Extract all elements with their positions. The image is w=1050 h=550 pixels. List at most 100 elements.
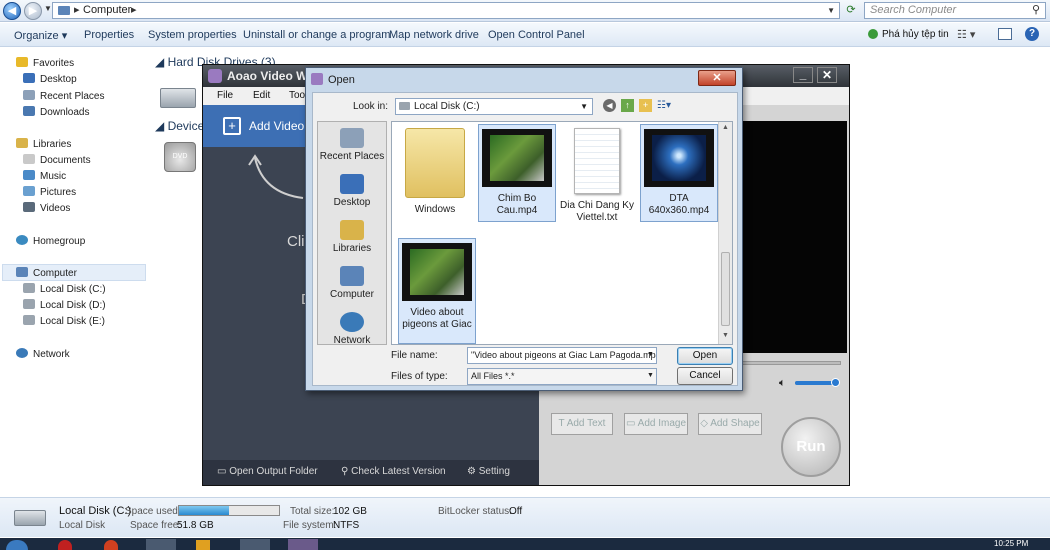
scroll-up-icon[interactable]: ▲: [722, 124, 729, 131]
history-dropdown-icon[interactable]: ▼: [44, 4, 52, 13]
cancel-button[interactable]: Cancel: [677, 367, 733, 385]
nav-videos[interactable]: Videos: [23, 202, 70, 214]
app-task-icon-2[interactable]: [240, 539, 270, 550]
file-name-input[interactable]: "Video about pigeons at Giac Lam Pagoda.…: [467, 347, 657, 364]
properties-button[interactable]: Properties: [84, 29, 134, 41]
nav-libraries[interactable]: Libraries: [16, 138, 71, 150]
collapse-arrow-icon: ◢: [155, 55, 168, 69]
minimize-button[interactable]: _: [793, 67, 813, 83]
file-item-chim[interactable]: Chim Bo Cau.mp4: [478, 124, 556, 222]
nav-disk-d[interactable]: Local Disk (D:): [23, 299, 106, 311]
back-button[interactable]: ◀: [3, 2, 21, 20]
nav-documents[interactable]: Documents: [23, 154, 91, 166]
look-in-select[interactable]: Local Disk (C:) ▼: [395, 98, 593, 115]
computer-icon: [16, 267, 28, 277]
nav-music[interactable]: Music: [23, 170, 66, 182]
nav-downloads[interactable]: Downloads: [23, 106, 89, 118]
file-label: DTA 640x360.mp4: [648, 193, 710, 216]
volume-icon[interactable]: 🔈︎: [779, 377, 786, 390]
nav-pictures[interactable]: Pictures: [23, 186, 76, 198]
nav-computer[interactable]: Computer: [16, 267, 77, 279]
opera-icon[interactable]: [58, 540, 72, 550]
menu-edit[interactable]: Edit: [253, 90, 270, 101]
add-video-button[interactable]: + Add Video: [203, 105, 313, 147]
open-button[interactable]: Open: [677, 347, 733, 365]
file-item-windows[interactable]: Windows: [396, 124, 474, 222]
nav-favorites[interactable]: Favorites: [16, 57, 74, 69]
place-computer[interactable]: Computer: [318, 266, 386, 300]
place-libraries[interactable]: Libraries: [318, 220, 386, 254]
scroll-thumb[interactable]: [721, 252, 730, 326]
downloads-icon: [23, 106, 35, 116]
start-button-icon[interactable]: [6, 540, 28, 550]
nav-disk-e[interactable]: Local Disk (E:): [23, 315, 105, 327]
shred-button[interactable]: Phá hủy tệp tin: [882, 29, 949, 40]
aoao-task-icon[interactable]: [288, 539, 318, 550]
nav-disk-c[interactable]: Local Disk (C:): [23, 283, 106, 295]
search-input[interactable]: Search Computer ⚲: [864, 2, 1046, 19]
curved-arrow-icon: [248, 154, 304, 199]
nav-desktop[interactable]: Desktop: [23, 73, 77, 85]
open-output-folder-button[interactable]: ▭ Open Output Folder: [217, 466, 318, 477]
place-label: Network: [333, 335, 371, 346]
file-type-select[interactable]: All Files *.*: [467, 368, 657, 385]
add-image-button[interactable]: ▭ Add Image: [624, 413, 688, 435]
documents-icon: [23, 154, 35, 164]
menu-file[interactable]: File: [217, 90, 233, 101]
add-shape-button[interactable]: ◇ Add Shape: [698, 413, 762, 435]
close-button[interactable]: ✕: [698, 70, 736, 86]
file-item-diachi[interactable]: Dia Chi Dang Ky Viettel.txt: [558, 124, 636, 223]
explorer-task-icon[interactable]: [146, 539, 176, 550]
preview-pane-icon[interactable]: [998, 28, 1012, 40]
scroll-down-icon[interactable]: ▼: [722, 332, 729, 339]
hard-drive-icon[interactable]: [160, 88, 196, 108]
control-panel-button[interactable]: Open Control Panel: [488, 29, 585, 41]
uninstall-button[interactable]: Uninstall or change a program: [243, 29, 390, 41]
volume-slider[interactable]: [795, 378, 840, 387]
place-recent[interactable]: Recent Places: [318, 128, 386, 162]
app-task-icon[interactable]: [196, 540, 210, 550]
chevron-down-icon[interactable]: ▼: [647, 372, 654, 379]
vertical-scrollbar[interactable]: ▲ ▼: [718, 122, 732, 344]
volume-handle[interactable]: [831, 378, 840, 387]
address-input[interactable]: ▸ Computer ▸ ▼: [52, 2, 840, 19]
nav-label: Homegroup: [33, 236, 86, 247]
add-text-button[interactable]: T Add Text: [551, 413, 613, 435]
map-drive-button[interactable]: Map network drive: [389, 29, 479, 41]
search-icon[interactable]: ⚲: [1032, 3, 1040, 18]
place-network[interactable]: Network: [318, 312, 386, 346]
file-item-dta[interactable]: DTA 640x360.mp4: [640, 124, 718, 222]
refresh-icon[interactable]: ⟳: [842, 3, 860, 19]
forward-button[interactable]: ▶: [24, 2, 42, 20]
check-version-button[interactable]: ⚲ Check Latest Version: [341, 466, 446, 477]
up-folder-icon[interactable]: ↑: [621, 99, 634, 112]
space-used-fill: [179, 506, 229, 515]
new-folder-icon[interactable]: +: [639, 99, 652, 112]
system-properties-button[interactable]: System properties: [148, 29, 237, 41]
organize-button[interactable]: Organize ▾: [14, 29, 67, 42]
close-button[interactable]: ✕: [817, 67, 837, 83]
hard-drive-icon: [14, 510, 46, 526]
space-used-bar: [178, 505, 280, 516]
folder-icon: [405, 128, 465, 198]
file-label: Chim Bo Cau.mp4: [496, 193, 538, 216]
view-options-icon[interactable]: ☷ ▾: [957, 28, 975, 41]
place-desktop[interactable]: Desktop: [318, 174, 386, 208]
dvd-drive-icon[interactable]: DVD: [164, 142, 196, 172]
setting-button[interactable]: ⚙ Setting: [467, 466, 510, 477]
nav-network[interactable]: Network: [16, 348, 70, 360]
button-label: Open Output Folder: [229, 466, 318, 477]
address-dropdown-icon[interactable]: ▼: [827, 3, 835, 18]
file-item-video-pigeons[interactable]: Video about pigeons at Giac: [398, 238, 476, 344]
chevron-down-icon[interactable]: ▼: [647, 351, 654, 358]
help-icon[interactable]: ?: [1025, 27, 1039, 41]
view-menu-icon[interactable]: ☷▾: [657, 99, 677, 112]
add-video-label: Add Video: [249, 119, 305, 133]
nav-label: Local Disk (D:): [40, 300, 106, 311]
run-button[interactable]: Run: [781, 417, 841, 477]
back-icon[interactable]: ◀: [603, 99, 616, 112]
browser-icon[interactable]: [104, 540, 118, 550]
collapse-arrow-icon: ◢: [155, 119, 168, 133]
nav-homegroup[interactable]: Homegroup: [16, 235, 85, 247]
nav-recent-places[interactable]: Recent Places: [23, 90, 104, 102]
